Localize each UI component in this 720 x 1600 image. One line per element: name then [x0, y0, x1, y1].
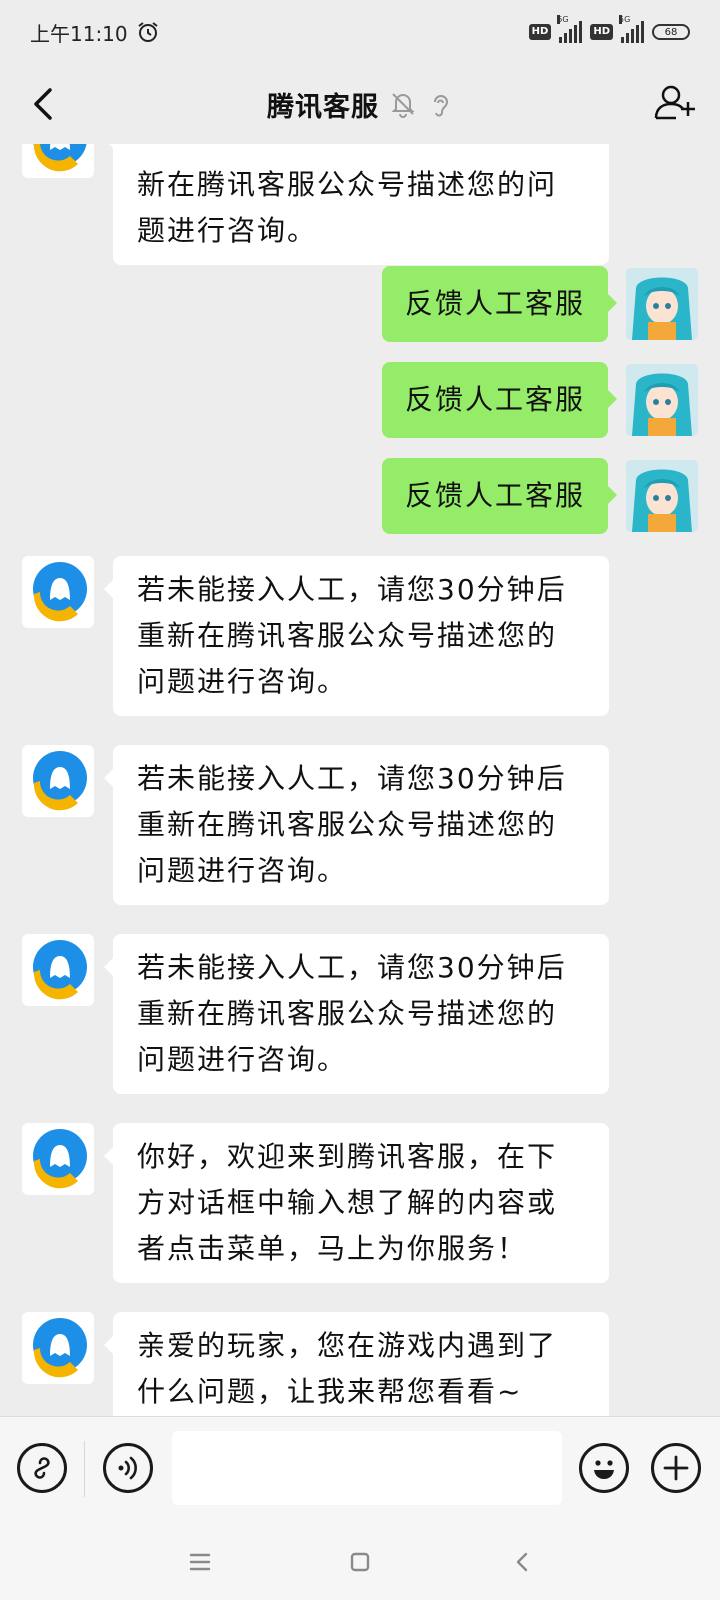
incoming-message-bubble[interactable]: 若未能接入人工，请您30分钟后重新在腾讯客服公众号描述您的问题进行咨询。: [104, 745, 609, 905]
outgoing-message-bubble[interactable]: 反馈人工客服: [382, 362, 617, 438]
network-label: 5G: [557, 15, 569, 24]
bot-avatar[interactable]: [22, 934, 94, 1006]
more-button[interactable]: [651, 1443, 701, 1493]
chat-message-list[interactable]: 新在腾讯客服公众号描述您的问题进行咨询。 反馈人工客服 反馈人工客服 反馈人工客…: [0, 144, 720, 1416]
system-nav-bar: [0, 1522, 720, 1600]
nav-menu-button[interactable]: [182, 1544, 218, 1580]
user-avatar[interactable]: [626, 460, 698, 532]
input-bar: [0, 1416, 720, 1522]
title-wrap: 腾讯客服: [267, 85, 453, 124]
tencent-service-logo: [33, 562, 87, 622]
square-icon: [350, 1552, 370, 1572]
plus-icon: [663, 1455, 689, 1481]
message-text: 反馈人工客服: [404, 287, 585, 320]
battery-icon: 68: [652, 24, 690, 40]
tencent-service-logo: [33, 751, 87, 811]
outgoing-message-bubble[interactable]: 反馈人工客服: [382, 266, 617, 342]
emoji-icon: [594, 1460, 614, 1479]
bot-avatar[interactable]: [22, 556, 94, 628]
bell-off-icon: [391, 93, 415, 118]
back-icon: [516, 1552, 528, 1572]
tencent-service-logo: [33, 144, 87, 172]
incoming-message-bubble[interactable]: 亲爱的玩家，您在游戏内遇到了什么问题，让我来帮您看看~: [104, 1312, 609, 1416]
signal-icon: 5G: [557, 15, 583, 43]
user-avatar[interactable]: [626, 268, 698, 340]
bot-avatar[interactable]: [22, 745, 94, 817]
bubble-spacer: [137, 144, 585, 162]
voice-button[interactable]: [103, 1443, 153, 1493]
add-member-button[interactable]: [652, 80, 698, 126]
message-text: 反馈人工客服: [404, 383, 585, 416]
status-bar: 上午11:10 HD 5G HD 5G 68: [0, 0, 720, 64]
bot-avatar[interactable]: [22, 1312, 94, 1384]
incoming-message-bubble[interactable]: 若未能接入人工，请您30分钟后重新在腾讯客服公众号描述您的问题进行咨询。: [104, 934, 609, 1094]
nav-home-button[interactable]: [342, 1544, 378, 1580]
divider: [84, 1441, 85, 1497]
incoming-message-bubble[interactable]: 若未能接入人工，请您30分钟后重新在腾讯客服公众号描述您的问题进行咨询。: [104, 556, 609, 716]
signal-icon: 5G: [619, 15, 644, 43]
incoming-message-bubble[interactable]: 你好，欢迎来到腾讯客服，在下方对话框中输入想了解的内容或者点击菜单，马上为你服务…: [104, 1123, 609, 1283]
anime-avatar-icon: [626, 460, 698, 532]
chevron-left-icon: [34, 88, 52, 120]
add-user-icon: [654, 85, 695, 120]
network-label: 5G: [619, 15, 631, 24]
incoming-message-bubble[interactable]: 新在腾讯客服公众号描述您的问题进行咨询。: [104, 144, 609, 265]
chat-header: 腾讯客服: [0, 64, 720, 144]
alarm-icon: [138, 22, 158, 42]
user-avatar[interactable]: [626, 364, 698, 436]
status-left: 上午11:10: [30, 18, 160, 47]
menu-link-button[interactable]: [17, 1443, 67, 1493]
menu-icon: [189, 1553, 211, 1571]
anime-avatar-icon: [626, 364, 698, 436]
message-text: 若未能接入人工，请您30分钟后重新在腾讯客服公众号描述您的问题进行咨询。: [137, 762, 567, 887]
battery-level: 68: [664, 26, 678, 38]
hd-badge: HD: [528, 24, 552, 40]
page-title: 腾讯客服: [267, 91, 379, 123]
status-right: HD 5G HD 5G 68: [528, 15, 690, 43]
anime-avatar-icon: [626, 268, 698, 340]
status-time: 上午11:10: [30, 21, 128, 46]
message-text: 你好，欢迎来到腾讯客服，在下方对话框中输入想了解的内容或者点击菜单，马上为你服务…: [137, 1140, 558, 1265]
bot-avatar[interactable]: [22, 1123, 94, 1195]
voice-icon: [118, 1456, 137, 1480]
outgoing-message-bubble[interactable]: 反馈人工客服: [382, 458, 617, 534]
message-text: 若未能接入人工，请您30分钟后重新在腾讯客服公众号描述您的问题进行咨询。: [137, 573, 567, 698]
message-input[interactable]: [172, 1431, 562, 1505]
message-text: 反馈人工客服: [404, 479, 585, 512]
link-icon: [34, 1457, 50, 1479]
message-text: 新在腾讯客服公众号描述您的问题进行咨询。: [137, 168, 558, 247]
tencent-service-logo: [33, 1129, 87, 1189]
message-text: 亲爱的玩家，您在游戏内遇到了什么问题，让我来帮您看看~: [137, 1329, 558, 1408]
hd-badge: HD: [590, 24, 613, 40]
tencent-service-logo: [33, 1318, 87, 1378]
back-button[interactable]: [22, 82, 66, 126]
ear-icon: [434, 95, 449, 117]
tencent-service-logo: [33, 940, 87, 1000]
emoji-button[interactable]: [579, 1443, 629, 1493]
message-text: 若未能接入人工，请您30分钟后重新在腾讯客服公众号描述您的问题进行咨询。: [137, 951, 567, 1076]
bot-avatar[interactable]: [22, 144, 94, 178]
nav-back-button[interactable]: [505, 1544, 541, 1580]
